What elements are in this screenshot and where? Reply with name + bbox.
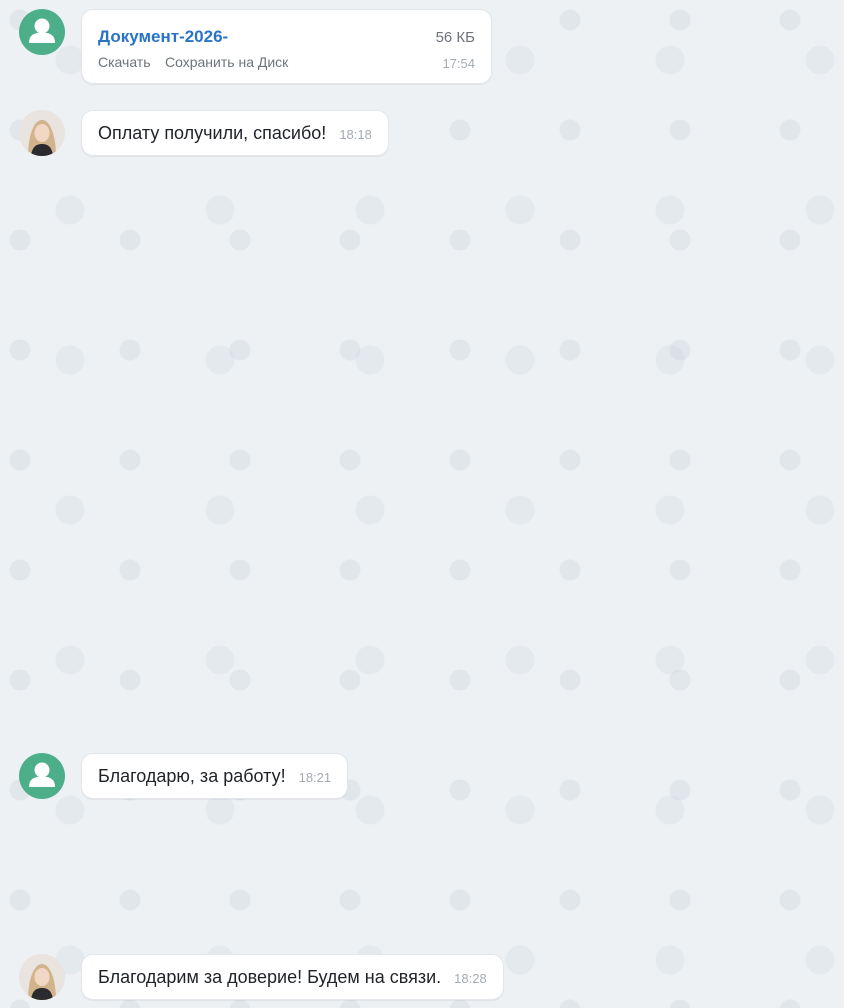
message-time: 18:21	[298, 770, 332, 785]
message-text: Благодарим за доверие! Будем на связи.	[98, 966, 442, 987]
file-name-link[interactable]: Документ-2026-	[98, 27, 228, 47]
user-silhouette-icon	[29, 762, 55, 787]
file-size: 56 КБ	[435, 29, 475, 46]
user-silhouette-icon	[29, 18, 55, 43]
profile-photo	[19, 954, 65, 1000]
sender-avatar-photo[interactable]	[19, 110, 65, 156]
message-time: 18:18	[339, 127, 372, 142]
save-to-disk-button[interactable]: Сохранить на Диск	[165, 54, 288, 70]
file-message-bubble: Документ-2026- 56 КБ Скачать Сохранить н…	[81, 9, 492, 84]
message-text: Оплату получили, спасибо!	[98, 122, 327, 143]
profile-photo	[19, 110, 65, 156]
message-bubble: Благодарим за доверие! Будем на связи. 1…	[81, 954, 504, 1000]
redacted-area	[232, 24, 402, 50]
message-time: 18:28	[454, 971, 487, 986]
message-text: Благодарю, за работу!	[98, 765, 286, 786]
message-bubble: Благодарю, за работу! 18:21	[81, 753, 349, 799]
sender-avatar-photo[interactable]	[19, 954, 65, 1000]
sender-avatar[interactable]	[19, 9, 65, 55]
sender-avatar[interactable]	[19, 753, 65, 799]
download-button[interactable]: Скачать	[98, 54, 151, 70]
message-time: 17:54	[442, 56, 475, 71]
message-bubble: Оплату получили, спасибо! 18:18	[81, 110, 389, 156]
